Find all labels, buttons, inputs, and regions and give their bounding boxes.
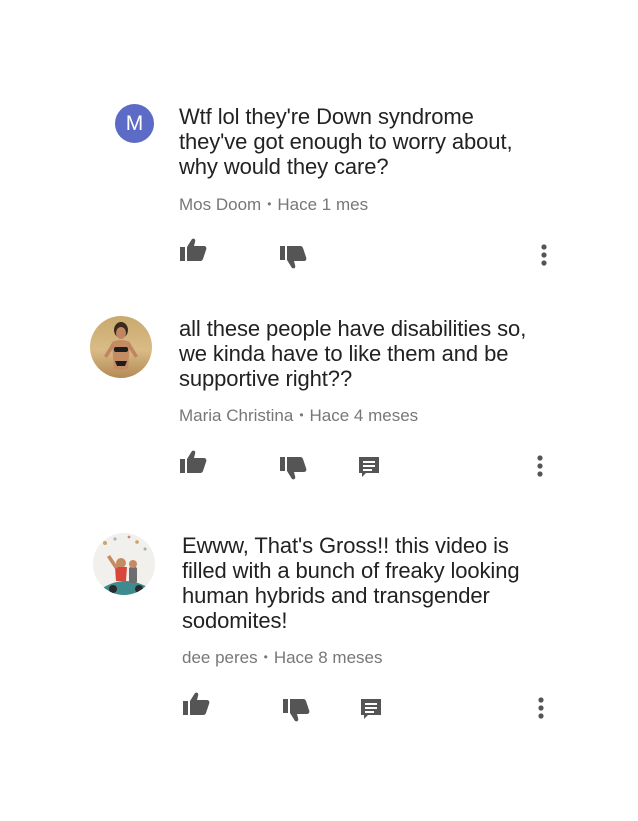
author-name[interactable]: Maria Christina	[179, 406, 293, 425]
author-name[interactable]: dee peres	[182, 648, 258, 667]
comment-time: Hace 8 meses	[273, 648, 383, 667]
comment-time: Hace 1 mes	[277, 195, 369, 214]
avatar[interactable]: M	[115, 104, 154, 143]
more-vert-icon[interactable]	[537, 696, 545, 720]
comment-meta: Mos Doom • Hace 1 mes	[179, 195, 368, 215]
thumb-down-icon[interactable]	[282, 698, 310, 722]
comment-text-line: filled with a bunch of freaky looking	[182, 558, 520, 583]
comment-meta: dee peres • Hace 8 meses	[182, 648, 383, 668]
comment-text-line: Wtf lol they're Down syndrome	[179, 104, 474, 129]
comment-text: Wtf lol they're Down syndrome they've go…	[179, 104, 513, 179]
more-vert-icon[interactable]	[540, 243, 548, 267]
comment-text: Ewww, That's Gross!! this video is fille…	[182, 533, 520, 633]
comment-meta: Maria Christina • Hace 4 meses	[179, 406, 418, 426]
comment-text-line: all these people have disabilities so,	[179, 316, 527, 341]
comment-text-line: why would they care?	[179, 154, 389, 179]
comment-time: Hace 4 meses	[309, 406, 419, 425]
thumb-up-icon[interactable]	[179, 238, 207, 262]
reply-icon[interactable]	[357, 455, 381, 479]
comment-text-line: we kinda have to like them and be	[179, 341, 509, 366]
more-vert-icon[interactable]	[536, 454, 544, 478]
avatar[interactable]	[93, 533, 155, 595]
meta-separator: •	[263, 650, 268, 664]
thumb-down-icon[interactable]	[279, 456, 307, 480]
author-name[interactable]: Mos Doom	[179, 195, 261, 214]
meta-separator: •	[267, 197, 272, 211]
comment-text-line: supportive right??	[179, 366, 353, 391]
avatar[interactable]	[90, 316, 152, 378]
thumb-down-icon[interactable]	[279, 245, 307, 269]
comment-text: all these people have disabilities so, w…	[179, 316, 526, 391]
comment-text-line: sodomites!	[182, 608, 288, 633]
reply-icon[interactable]	[359, 697, 383, 721]
avatar-letter: M	[125, 112, 144, 135]
meta-separator: •	[299, 408, 304, 422]
comment-text-line: human hybrids and transgender	[182, 583, 490, 608]
thumb-up-icon[interactable]	[179, 450, 207, 474]
comment-text-line: Ewww, That's Gross!! this video is	[182, 533, 509, 558]
comment-text-line: they've got enough to worry about,	[179, 129, 513, 154]
thumb-up-icon[interactable]	[182, 692, 210, 716]
